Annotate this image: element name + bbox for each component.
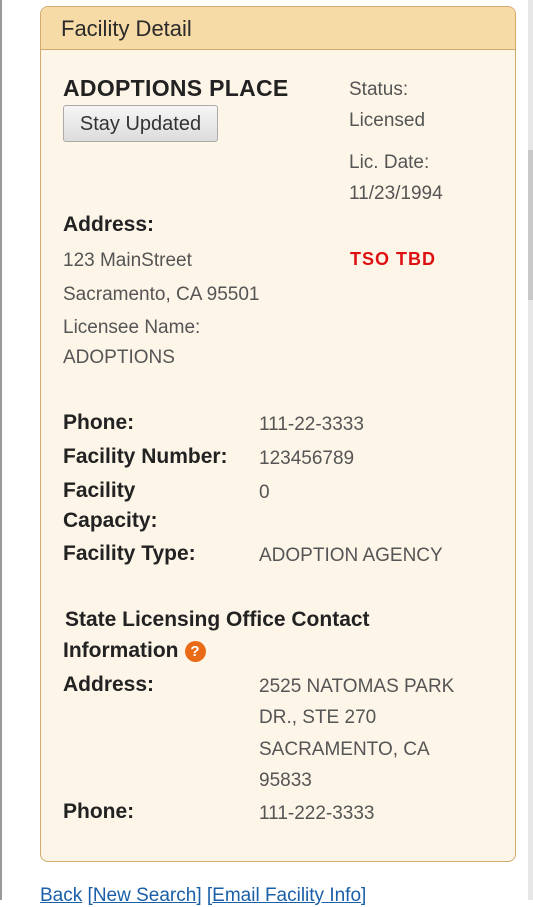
tso-status: TSO TBD <box>350 249 436 269</box>
bracket-close-2: ] <box>361 885 367 906</box>
facility-number-label: Facility Number: <box>63 445 228 468</box>
scrollbar-thumb[interactable] <box>528 150 533 300</box>
address-line2: Sacramento, CA 95501 <box>63 284 260 305</box>
slo-heading-line2: Information? <box>63 639 206 663</box>
new-search-link[interactable]: New Search <box>93 885 197 906</box>
facility-number-value: 123456789 <box>259 448 355 469</box>
slo-heading-text: Information <box>63 639 179 662</box>
slo-address-line1: 2525 NATOMAS PARK <box>259 676 455 697</box>
help-icon[interactable]: ? <box>184 640 206 662</box>
capacity-value: 0 <box>259 482 270 503</box>
slo-address-line2: DR., STE 270 <box>259 707 377 728</box>
lic-date-value: 11/23/1994 <box>349 183 443 204</box>
facility-detail-panel: Facility Detail ADOPTIONS PLACE Stay Upd… <box>40 6 516 862</box>
facility-name: ADOPTIONS PLACE <box>63 75 289 101</box>
slo-address-line3: SACRAMENTO, CA <box>259 739 430 760</box>
email-facility-info-link[interactable]: Email Facility Info <box>212 885 361 906</box>
address-line1: 123 MainStreet <box>63 250 192 271</box>
licensee-label: Licensee Name: <box>63 317 201 338</box>
slo-address-line4: 95833 <box>259 770 312 791</box>
slo-address-label: Address: <box>63 673 155 696</box>
scrollbar[interactable] <box>528 0 533 900</box>
status-value: Licensed <box>349 110 426 131</box>
capacity-label-line2: Capacity: <box>63 509 158 532</box>
facility-type-value: ADOPTION AGENCY <box>259 545 443 566</box>
back-link[interactable]: Back <box>40 885 82 906</box>
slo-phone-value: 111-222-3333 <box>259 803 375 824</box>
stay-updated-button[interactable]: Stay Updated <box>63 105 218 142</box>
panel-title: Facility Detail <box>41 7 515 50</box>
capacity-label-line1: Facility <box>63 479 136 502</box>
slo-phone-label: Phone: <box>63 800 135 823</box>
window-left-edge <box>0 0 2 900</box>
lic-date-label: Lic. Date: <box>349 152 430 173</box>
phone-label: Phone: <box>63 411 135 434</box>
facility-type-label: Facility Type: <box>63 542 196 565</box>
bracket-close-1: ] <box>196 885 202 906</box>
slo-heading-line1: State Licensing Office Contact <box>65 608 370 631</box>
address-label: Address: <box>63 213 155 236</box>
status-label: Status: <box>349 79 409 100</box>
footer-links: Back [New Search] [Email Facility Info] <box>40 885 366 907</box>
phone-value: 111-22-3333 <box>259 414 364 435</box>
licensee-value: ADOPTIONS <box>63 347 175 368</box>
